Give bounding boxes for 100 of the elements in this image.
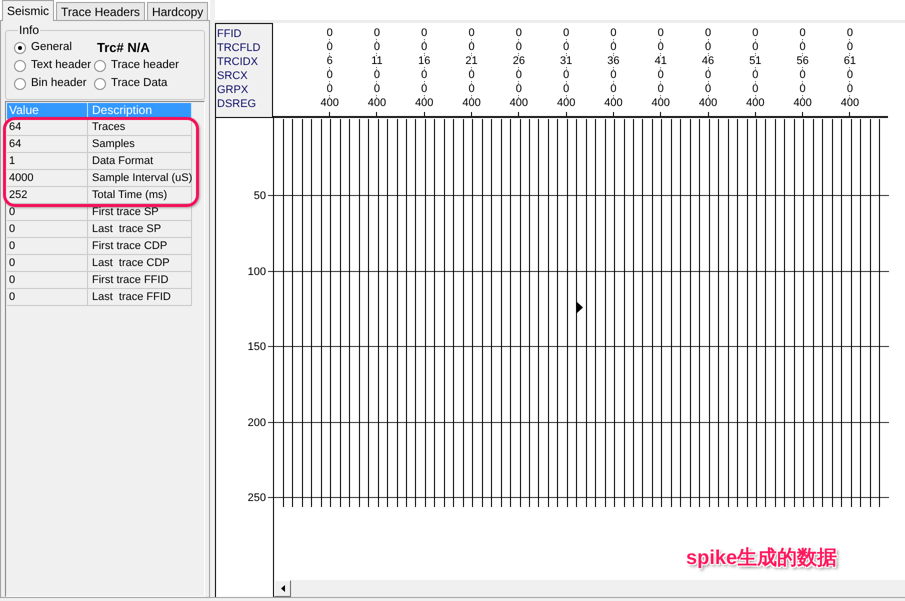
header-value: 400 — [746, 98, 764, 109]
axis-label: 100 — [248, 266, 266, 278]
header-value: 0 — [846, 42, 853, 53]
header-value: 0 — [374, 70, 380, 81]
table-cell: 0 — [7, 289, 88, 306]
header-field-label: TRCIDX — [217, 55, 259, 69]
tab[interactable]: Trace Headers — [56, 2, 145, 20]
header-value: 400 — [652, 98, 670, 109]
header-value: 16 — [418, 56, 430, 67]
table-cell: Last trace SP — [88, 221, 192, 238]
radio-option[interactable]: Bin header — [14, 75, 87, 93]
header-value: 400 — [320, 98, 339, 109]
header-value: 0 — [704, 84, 712, 95]
radio-option[interactable]: General — [14, 39, 72, 57]
radio-icon[interactable] — [14, 60, 26, 72]
header-value: 0 — [563, 70, 570, 81]
header-value: 400 — [510, 98, 528, 109]
header-value: 51 — [749, 56, 762, 67]
radio-icon[interactable] — [14, 78, 26, 90]
header-value: 0 — [752, 42, 758, 53]
table-cell: First trace FFID — [88, 272, 192, 289]
header-value: 0 — [468, 42, 475, 53]
table-cell: Last trace CDP — [88, 255, 192, 272]
table-cell: 0 — [7, 255, 88, 272]
table-cell: Traces — [88, 119, 192, 136]
group-title: Info — [18, 24, 40, 37]
header-value: 0 — [752, 28, 758, 39]
scroll-left-button[interactable] — [274, 580, 291, 597]
header-field-label: GRPX — [217, 83, 250, 97]
header-value: 0 — [704, 42, 712, 53]
header-field-label: TRCFLD — [217, 41, 262, 55]
header-value: 0 — [610, 42, 616, 53]
header-value: 0 — [610, 28, 616, 39]
header-value: 31 — [560, 56, 572, 67]
header-value: 0 — [610, 84, 616, 95]
radio-icon[interactable] — [14, 42, 26, 54]
table-cell: Samples — [88, 136, 192, 153]
axis-label: 250 — [248, 492, 266, 504]
horizontal-scrollbar[interactable] — [274, 580, 905, 597]
header-value: 41 — [654, 56, 667, 67]
header-value: 0 — [658, 70, 664, 81]
header-value: 0 — [374, 28, 380, 39]
table-cell: First trace CDP — [88, 238, 192, 255]
header-value: 46 — [702, 56, 714, 67]
axis-label: 150 — [248, 341, 266, 353]
header-value: 0 — [468, 28, 475, 39]
header-value: 0 — [468, 84, 475, 95]
header-value: 0 — [800, 42, 806, 53]
radio-option[interactable]: Text header — [14, 57, 92, 75]
radio-icon[interactable] — [94, 78, 106, 90]
header-value: 0 — [704, 70, 712, 81]
left-arrow-icon — [280, 585, 284, 592]
header-value: 26 — [512, 56, 525, 67]
header-value: 0 — [752, 70, 758, 81]
table-cell: Last trace FFID — [88, 289, 192, 306]
header-value: 0 — [658, 42, 664, 53]
header-value: 0 — [374, 42, 380, 53]
radio-option[interactable]: Trace Data — [94, 75, 168, 93]
header-value: 0 — [800, 84, 806, 95]
radio-icon[interactable] — [94, 60, 106, 72]
header-value: 0 — [421, 42, 428, 53]
header-value: 0 — [752, 84, 758, 95]
table-cell: 64 — [7, 136, 88, 153]
axis-label: 50 — [254, 190, 266, 202]
table-cell: Data Format — [88, 153, 192, 170]
table-cell: 0 — [7, 221, 88, 238]
header-value: 0 — [800, 70, 806, 81]
header-value: 400 — [793, 98, 812, 109]
header-value: 36 — [607, 56, 620, 67]
header-field-label: DSREG — [217, 97, 258, 111]
header-value: 0 — [658, 84, 664, 95]
header-value: 0 — [563, 84, 570, 95]
header-value: 0 — [846, 70, 853, 81]
header-value: 0 — [610, 70, 616, 81]
header-value: 0 — [516, 28, 522, 39]
header-value: 0 — [846, 28, 853, 39]
header-value: 400 — [840, 98, 860, 109]
tab[interactable]: Hardcopy — [146, 2, 208, 20]
annotation-caption: spike生成的数据 — [686, 546, 838, 570]
table-cell: 4000 — [7, 170, 88, 187]
tab[interactable]: Seismic — [2, 0, 54, 21]
header-field-label: FFID — [217, 27, 242, 41]
triangle-icon — [577, 302, 583, 313]
header-value: 0 — [563, 42, 570, 53]
table-cell: First trace SP — [88, 204, 192, 221]
header-value: 0 — [658, 28, 664, 39]
header-value: 6 — [326, 56, 333, 67]
header-value: 0 — [421, 28, 428, 39]
header-value: 0 — [326, 42, 333, 53]
radio-option[interactable]: Trace header — [94, 57, 179, 75]
table-cell: Sample Interval (uS) — [88, 170, 192, 187]
header-value: 0 — [421, 70, 428, 81]
header-value: 0 — [846, 84, 853, 95]
header-value: 0 — [326, 28, 333, 39]
header-value: 0 — [326, 84, 333, 95]
table-cell: Total Time (ms) — [88, 187, 192, 204]
header-value: 400 — [368, 98, 386, 109]
header-value: 56 — [796, 56, 809, 67]
header-value: 61 — [844, 56, 856, 67]
table-cell: 0 — [7, 238, 88, 255]
